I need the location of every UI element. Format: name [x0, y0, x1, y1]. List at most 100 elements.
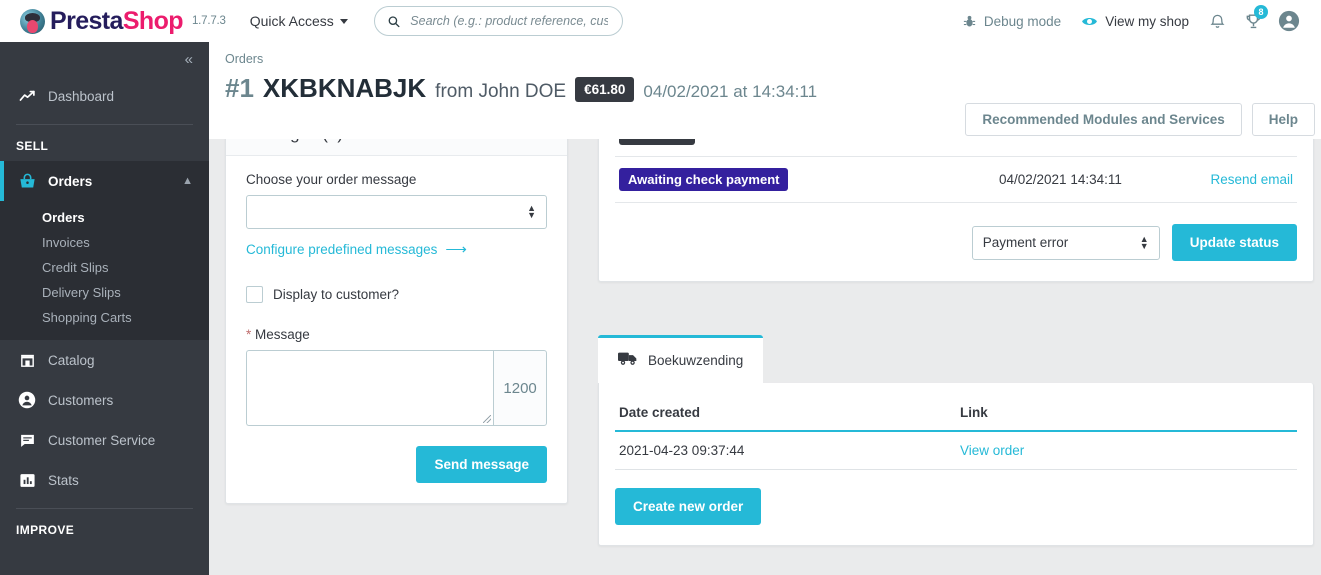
main-sidebar: « Dashboard SELL Orders ▲ Orders Invoice…	[0, 42, 209, 575]
arrow-right-icon: ⟶	[445, 241, 467, 258]
resend-email-cell: Resend email	[1185, 156, 1297, 203]
page-content: Messages (0) Choose your order message ▲…	[209, 139, 1321, 575]
eye-icon	[1082, 17, 1098, 25]
sidebar-item-catalog[interactable]: Catalog	[0, 340, 209, 380]
resend-email-link[interactable]: Resend email	[1210, 139, 1293, 141]
person-circle-icon	[16, 391, 38, 409]
send-message-button[interactable]: Send message	[416, 446, 547, 483]
status-badge: Canceled	[619, 139, 695, 145]
global-search[interactable]	[373, 6, 623, 36]
sidebar-subitem-shopping-carts[interactable]: Shopping Carts	[0, 305, 209, 330]
view-my-shop-label: View my shop	[1105, 13, 1189, 29]
order-status-select-value: Payment error	[982, 235, 1069, 250]
sidebar-item-customer-service[interactable]: Customer Service	[0, 420, 209, 460]
trending-up-icon	[16, 88, 38, 105]
notification-count-badge: 8	[1254, 5, 1268, 19]
status-badge: Awaiting check payment	[619, 168, 789, 191]
status-cell: Canceled	[615, 139, 845, 157]
prestashop-admin-order-page: PrestaShop 1.7.7.3 Quick Access Debug mo…	[0, 0, 1321, 575]
debug-mode-label: Debug mode	[983, 13, 1062, 29]
shopping-basket-icon	[16, 172, 38, 191]
status-date-cell: 04/02/2021 14:34:11	[995, 139, 1185, 157]
status-update-row: Payment error ▲ ▼ Update status	[615, 224, 1297, 261]
user-account-button[interactable]	[1271, 0, 1307, 42]
sidebar-collapse-button[interactable]: «	[0, 42, 209, 76]
module-tab-strip: Boekuwzending	[598, 335, 1314, 383]
view-order-link[interactable]: View order	[960, 443, 1024, 458]
sidebar-subitem-invoices[interactable]: Invoices	[0, 230, 209, 255]
breadcrumb: Orders	[225, 52, 264, 66]
display-to-customer-checkbox[interactable]	[246, 286, 263, 303]
sidebar-submenu-orders: Orders Invoices Credit Slips Delivery Sl…	[0, 201, 209, 340]
order-status-table: Canceled John Doe 04/02/2021 14:34:11 Re…	[615, 139, 1297, 203]
update-status-button[interactable]: Update status	[1171, 224, 1297, 261]
messages-card-title: Messages (0)	[226, 139, 567, 156]
recommended-modules-button[interactable]: Recommended Modules and Services	[965, 103, 1242, 136]
employee-cell	[845, 156, 995, 203]
search-icon	[388, 15, 400, 27]
boekuwzending-actions: Create new order	[615, 488, 1297, 525]
order-message-label: Choose your order message	[246, 172, 417, 187]
prestashop-logo[interactable]: PrestaShop 1.7.7.3	[20, 7, 226, 36]
bell-icon	[1210, 14, 1224, 28]
sidebar-section-sell: SELL	[16, 139, 49, 153]
sidebar-item-orders[interactable]: Orders ▲	[0, 161, 209, 201]
quick-access-label: Quick Access	[249, 13, 334, 29]
order-reference: XKBKNABJK	[262, 73, 427, 103]
quick-access-menu[interactable]: Quick Access	[250, 13, 348, 29]
tab-boekuwzending[interactable]: Boekuwzending	[598, 335, 764, 383]
page-header-actions: Recommended Modules and Services Help	[965, 103, 1315, 136]
view-my-shop-button[interactable]: View my shop	[1071, 0, 1199, 42]
chat-bubble-icon	[16, 432, 38, 449]
top-header-right-tools: Debug mode View my shop 8	[952, 0, 1321, 42]
messages-card: Messages (0) Choose your order message ▲…	[225, 139, 568, 504]
sidebar-item-label: Customers	[48, 392, 114, 408]
order-status-card: Canceled John Doe 04/02/2021 14:34:11 Re…	[598, 139, 1314, 282]
chevron-up-icon: ▲	[182, 175, 193, 187]
notifications-bell-button[interactable]	[1199, 0, 1235, 42]
tab-label: Boekuwzending	[648, 352, 744, 368]
order-total-badge: €61.80	[575, 77, 635, 102]
table-row: 2021-04-23 09:37:44 View order	[615, 431, 1297, 470]
link-cell: View order	[956, 431, 1297, 470]
sidebar-item-label: Stats	[48, 472, 79, 488]
prestashop-logo-icon	[20, 8, 45, 34]
logo-text-presta: Presta	[50, 6, 123, 35]
gamification-trophy-button[interactable]: 8	[1235, 0, 1271, 42]
create-new-order-button[interactable]: Create new order	[615, 488, 762, 525]
version-label: 1.7.7.3	[191, 15, 226, 27]
display-to-customer-label: Display to customer?	[273, 287, 400, 302]
sidebar-item-dashboard[interactable]: Dashboard	[0, 76, 209, 116]
status-cell: Awaiting check payment	[615, 156, 845, 203]
table-row: Awaiting check payment 04/02/2021 14:34:…	[615, 156, 1297, 203]
column-header-date-created: Date created	[615, 399, 956, 432]
display-to-customer-row[interactable]: Display to customer?	[246, 286, 547, 303]
message-textarea[interactable]	[246, 350, 494, 426]
boekuwzending-module-panel: Boekuwzending Date created Link 2021-04-…	[598, 335, 1314, 546]
sidebar-subitem-orders[interactable]: Orders	[0, 205, 209, 230]
message-input-wrapper: 1200	[246, 350, 547, 426]
sidebar-subitem-delivery-slips[interactable]: Delivery Slips	[0, 280, 209, 305]
user-avatar-icon	[1278, 10, 1300, 32]
help-button[interactable]: Help	[1251, 103, 1315, 136]
resend-email-link[interactable]: Resend email	[1210, 172, 1293, 187]
order-message-select[interactable]: ▲ ▼	[246, 195, 547, 229]
page-title: #1 XKBKNABJK from John DOE €61.80 04/02/…	[225, 73, 1321, 105]
required-asterisk: *	[246, 327, 252, 342]
sidebar-item-customers[interactable]: Customers	[0, 380, 209, 420]
bug-icon	[963, 15, 976, 26]
message-label-text: Message	[255, 327, 310, 342]
status-date-cell: 04/02/2021 14:34:11	[995, 156, 1185, 203]
store-icon	[16, 352, 38, 369]
select-updown-icon: ▲ ▼	[527, 203, 536, 220]
send-message-row: Send message	[246, 446, 547, 483]
order-customer: from John DOE	[435, 81, 567, 102]
configure-predefined-messages-link[interactable]: Configure predefined messages ⟶	[246, 240, 547, 258]
search-input[interactable]	[408, 13, 610, 29]
order-status-select[interactable]: Payment error ▲ ▼	[971, 225, 1160, 260]
debug-mode-button[interactable]: Debug mode	[952, 0, 1071, 42]
sidebar-subitem-credit-slips[interactable]: Credit Slips	[0, 255, 209, 280]
message-field-label: * Message	[246, 327, 547, 342]
sidebar-item-stats[interactable]: Stats	[0, 460, 209, 500]
order-date: 04/02/2021 at 14:34:11	[643, 82, 818, 101]
